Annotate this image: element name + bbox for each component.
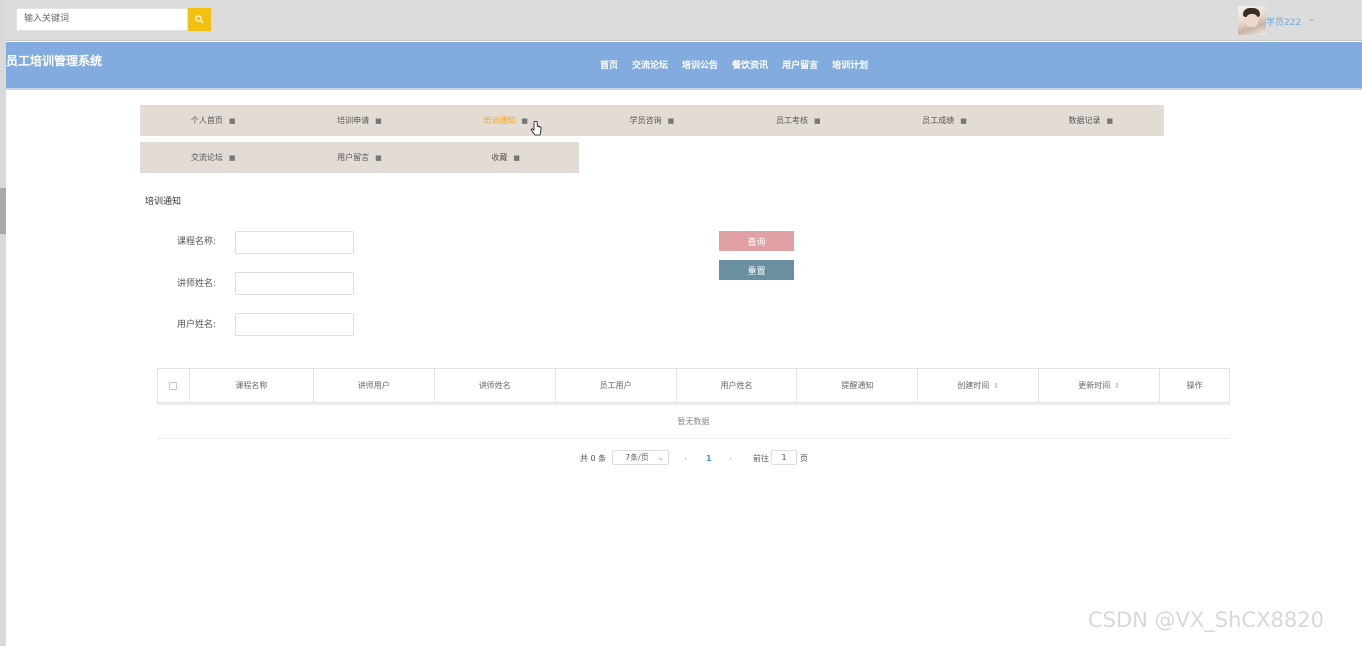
lock-icon: ■: [521, 116, 529, 125]
lecturer-name-label: 讲师姓名:: [176, 279, 216, 289]
user-name-label: 用户姓名:: [176, 320, 216, 330]
lock-icon: ■: [813, 116, 821, 125]
tab-student-consult[interactable]: 学员咨询 ■: [579, 105, 725, 136]
tab-personal-home[interactable]: 个人首页 ■: [140, 105, 286, 136]
search-input[interactable]: 输入关键词: [16, 8, 188, 31]
course-name-label: 课程名称:: [176, 237, 216, 247]
lock-icon: ■: [1106, 116, 1114, 125]
goto-page-input[interactable]: 1: [771, 450, 797, 465]
chevron-down-icon[interactable]: ⌄: [1308, 14, 1316, 24]
nav-item-announcements[interactable]: 培训公告: [682, 58, 718, 71]
page-size-select[interactable]: 7条/页 ⌄: [612, 450, 669, 465]
column-header: 操作: [1186, 381, 1203, 390]
sort-icon[interactable]: ⇕: [993, 382, 999, 390]
header-divider: [6, 88, 1362, 90]
lock-icon: ■: [513, 153, 521, 162]
tab-employee-assessment[interactable]: 员工考核 ■: [725, 105, 871, 136]
nav-item-dining-news[interactable]: 餐饮资讯: [732, 58, 768, 71]
page-title: 培训通知: [145, 197, 182, 207]
course-name-input[interactable]: [235, 231, 354, 254]
page-number-current[interactable]: 1: [706, 450, 712, 466]
search-icon: [195, 15, 204, 24]
page-unit-label: 页: [800, 453, 808, 463]
site-header: 员工培训管理系统 首页 交流论坛 培训公告 餐饮资讯 用户留言 培训计划: [6, 42, 1362, 88]
reset-button[interactable]: 重置: [719, 260, 794, 280]
nav-item-forum[interactable]: 交流论坛: [632, 58, 668, 71]
system-title: 员工培训管理系统: [6, 54, 103, 68]
lock-icon: ■: [375, 153, 382, 162]
lock-icon: ■: [667, 116, 675, 125]
window-left-edge: [0, 0, 6, 646]
pagination-total: 共 0 条: [580, 453, 607, 463]
column-header: 课程名称: [190, 369, 314, 402]
column-header: 讲师姓名: [435, 369, 556, 402]
watermark: CSDN @VX_ShCX8820: [1088, 608, 1324, 632]
table-bottom-divider: [157, 438, 1230, 439]
tab-data-records[interactable]: 数据记录 ■: [1018, 105, 1164, 136]
empty-state-text: 暂无数据: [677, 417, 710, 426]
search-button[interactable]: [188, 8, 211, 31]
column-header-sortable[interactable]: 更新时间 ⇕: [1039, 369, 1161, 402]
nav-item-training-plan[interactable]: 培训计划: [832, 58, 868, 71]
user-name-input[interactable]: [235, 313, 354, 336]
table-header-divider: [157, 403, 1230, 405]
tab-employee-scores[interactable]: 员工成绩 ■: [871, 105, 1017, 136]
column-header-sortable[interactable]: 创建时间 ⇕: [918, 369, 1040, 402]
select-all-checkbox[interactable]: [169, 381, 178, 390]
hand-cursor-icon: [530, 121, 542, 136]
lock-icon: ■: [960, 116, 967, 125]
tab-messages[interactable]: 用户留言 ■: [286, 142, 432, 173]
user-name[interactable]: 学员222: [1266, 15, 1301, 28]
avatar[interactable]: [1238, 6, 1266, 35]
tab-training-application[interactable]: 培训申请 ■: [286, 105, 432, 136]
chevron-down-icon: ⌄: [657, 453, 664, 462]
nav-item-messages[interactable]: 用户留言: [782, 58, 818, 71]
top-bar: 输入关键词 学员222 ⌄: [6, 0, 1362, 41]
lock-icon: ■: [228, 153, 236, 162]
query-button[interactable]: 查询: [719, 231, 794, 251]
lock-icon: ■: [228, 116, 236, 125]
tab-training-notice[interactable]: 培训通知 ■: [433, 105, 579, 136]
lecturer-name-input[interactable]: [235, 272, 354, 295]
tab-favorites[interactable]: 收藏 ■: [433, 142, 579, 173]
notice-table: 课程名称 讲师用户 讲师姓名 员工用户 用户姓名 提醒通知 创建时间 ⇕ 更新时间…: [157, 368, 1230, 403]
select-all-cell: [158, 369, 190, 402]
column-header: 员工用户: [556, 369, 677, 402]
subnav-row-1: 个人首页 ■ 培训申请 ■ 培训通知 ■ 学员咨询 ■ 员工考核 ■ 员工成绩 ■ 数据记录…: [140, 105, 1164, 136]
column-header: 讲师用户: [314, 369, 435, 402]
sort-icon[interactable]: ⇕: [1114, 382, 1120, 390]
lock-icon: ■: [375, 116, 382, 125]
prev-page-button[interactable]: ‹: [684, 450, 687, 466]
window-left-edge-handle: [0, 188, 6, 234]
column-header: 用户姓名: [677, 369, 798, 402]
next-page-button[interactable]: ›: [729, 450, 732, 466]
subnav-row-2: 交流论坛 ■ 用户留言 ■ 收藏 ■: [140, 142, 579, 173]
tab-forum[interactable]: 交流论坛 ■: [140, 142, 286, 173]
nav-item-home[interactable]: 首页: [600, 58, 618, 71]
column-header: 提醒通知: [797, 369, 919, 402]
goto-label: 前往: [753, 453, 769, 463]
main-nav: 首页 交流论坛 培训公告 餐饮资讯 用户留言 培训计划: [600, 58, 882, 71]
